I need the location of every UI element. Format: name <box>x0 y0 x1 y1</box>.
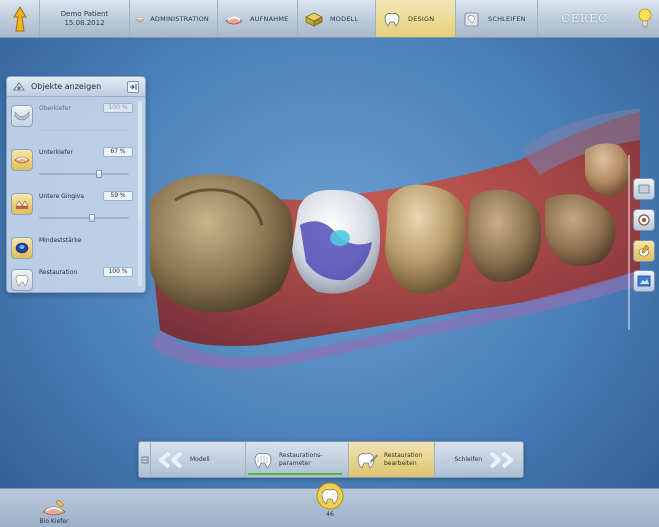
tips-button[interactable] <box>631 0 659 37</box>
workflow-grip[interactable] <box>139 442 151 477</box>
restoration-parameter-icon <box>254 452 272 469</box>
object-label: Oberkiefer <box>39 105 71 112</box>
grip-icon <box>141 456 148 463</box>
phase-modell[interactable]: MODELL <box>298 0 376 37</box>
edit-tooth-icon <box>638 244 650 257</box>
light-bulb-icon <box>638 8 652 28</box>
object-row-restauration: Restauration 100 % <box>7 265 139 292</box>
rotate-tooth-icon <box>638 214 650 226</box>
object-label: Restauration <box>39 269 78 276</box>
crown-design-icon <box>384 12 400 27</box>
phase-design[interactable]: DESIGN <box>376 0 456 37</box>
workflow-bar: Modell Restaurations- parameter Restaura… <box>138 441 524 478</box>
object-label: Untere Gingiva <box>39 193 84 200</box>
gingiva-icon <box>15 200 29 209</box>
tooth-45 <box>385 184 467 294</box>
object-value-input[interactable]: 100 % <box>103 103 133 113</box>
cerec-logo: CEREC <box>561 12 608 25</box>
selected-tooth-icon <box>316 482 344 510</box>
bio-jaw-icon <box>42 499 66 516</box>
object-slider[interactable] <box>39 214 129 222</box>
phase-aufnahme[interactable]: AUFNAHME <box>218 0 298 37</box>
workflow-next-button[interactable]: Schleifen <box>435 442 523 477</box>
tooth-selector[interactable]: 46 <box>313 482 347 524</box>
back-arrow-icon <box>12 5 27 31</box>
workflow-step-label-line2: bearbeiten <box>384 459 417 467</box>
workflow-step-edit-restoration[interactable]: Restauration bearbeiten <box>349 442 435 477</box>
patient-name: Demo Patient <box>60 9 109 18</box>
object-slider[interactable] <box>39 129 129 131</box>
restoration-icon <box>15 275 29 287</box>
panel-header: Objekte anzeigen <box>7 77 145 97</box>
object-row-unterkiefer: Unterkiefer 67 % <box>7 145 139 189</box>
collapse-icon <box>130 83 137 90</box>
phase-label: SCHLEIFEN <box>488 14 526 23</box>
edit-restoration-icon <box>357 452 378 469</box>
object-value-input[interactable]: 100 % <box>103 267 133 277</box>
workflow-prev-label: Modell <box>190 455 210 463</box>
view-cube-icon <box>638 184 650 194</box>
phase-label: AUFNAHME <box>250 14 289 23</box>
patient-file-icon <box>136 17 144 22</box>
objects-icon <box>13 81 25 90</box>
phase-administration[interactable]: ADMINISTRATION <box>130 0 218 37</box>
milling-icon <box>464 12 479 26</box>
upper-jaw-icon <box>14 111 30 121</box>
object-value-input[interactable]: 67 % <box>103 147 133 157</box>
workflow-next-label: Schleifen <box>454 455 482 463</box>
model-icon <box>305 12 323 27</box>
workflow-step-label: Restauration bearbeiten <box>384 452 422 468</box>
slider-knob[interactable] <box>96 170 103 178</box>
workflow-step-label-line1: Restauration <box>384 451 423 459</box>
scan-jaw-icon <box>225 16 243 24</box>
lower-jaw-toggle[interactable] <box>11 149 33 171</box>
double-chevron-left-icon <box>159 450 183 469</box>
workflow-step-label: Restaurations- parameter <box>279 452 322 468</box>
object-slider[interactable] <box>39 170 129 178</box>
workflow-step-label-line1: Restaurations- <box>279 451 323 459</box>
side-tool-edit[interactable] <box>633 240 655 262</box>
minimum-thickness-icon <box>15 242 29 254</box>
phase-label: MODELL <box>330 14 359 23</box>
workflow-step-restoration-parameter[interactable]: Restaurations- parameter <box>246 442 349 477</box>
back-button[interactable] <box>0 0 40 37</box>
side-toolbar-rail <box>628 155 630 330</box>
workflow-prev-button[interactable]: Modell <box>151 442 246 477</box>
tooth-47 <box>150 174 294 313</box>
tooth-44 <box>468 189 542 282</box>
slider-knob[interactable] <box>89 214 96 222</box>
side-tool-screenshot[interactable] <box>633 270 655 292</box>
side-tool-view[interactable] <box>633 178 655 200</box>
phase-label: DESIGN <box>408 14 435 23</box>
bio-jaw-button[interactable]: Bio Kiefer <box>34 491 74 525</box>
panel-collapse-button[interactable] <box>127 80 139 93</box>
object-row-untere-gingiva: Untere Gingiva 59 % <box>7 189 139 233</box>
double-chevron-right-icon <box>489 450 513 469</box>
contact-area <box>330 230 350 246</box>
screenshot-icon <box>637 275 651 287</box>
object-label: Mindeststärke <box>39 237 82 244</box>
gingiva-toggle[interactable] <box>11 193 33 215</box>
panel-title: Objekte anzeigen <box>31 82 102 91</box>
restoration-toggle[interactable] <box>11 269 33 291</box>
phase-label: ADMINISTRATION <box>150 14 209 23</box>
step-complete-indicator <box>248 473 342 475</box>
top-bar: Demo Patient 15.08.2012 ADMINISTRATION A… <box>0 0 659 38</box>
bio-jaw-label: Bio Kiefer <box>39 518 69 525</box>
workflow-step-label-line2: parameter <box>279 459 311 467</box>
object-label: Unterkiefer <box>39 149 73 156</box>
patient-date: 15.08.2012 <box>64 18 105 27</box>
upper-jaw-toggle[interactable] <box>11 105 33 127</box>
object-row-oberkiefer: Oberkiefer 100 % <box>7 101 139 145</box>
minimum-thickness-toggle[interactable] <box>11 237 33 259</box>
side-tool-rotate[interactable] <box>633 209 655 231</box>
tooth-number: 46 <box>326 511 334 518</box>
phase-schleifen[interactable]: SCHLEIFEN <box>456 0 538 37</box>
patient-info[interactable]: Demo Patient 15.08.2012 <box>40 0 130 37</box>
objects-panel: Objekte anzeigen Oberkiefer 100 % Unterk <box>6 76 146 293</box>
lower-jaw-icon <box>14 156 30 164</box>
object-value-input[interactable]: 59 % <box>103 191 133 201</box>
